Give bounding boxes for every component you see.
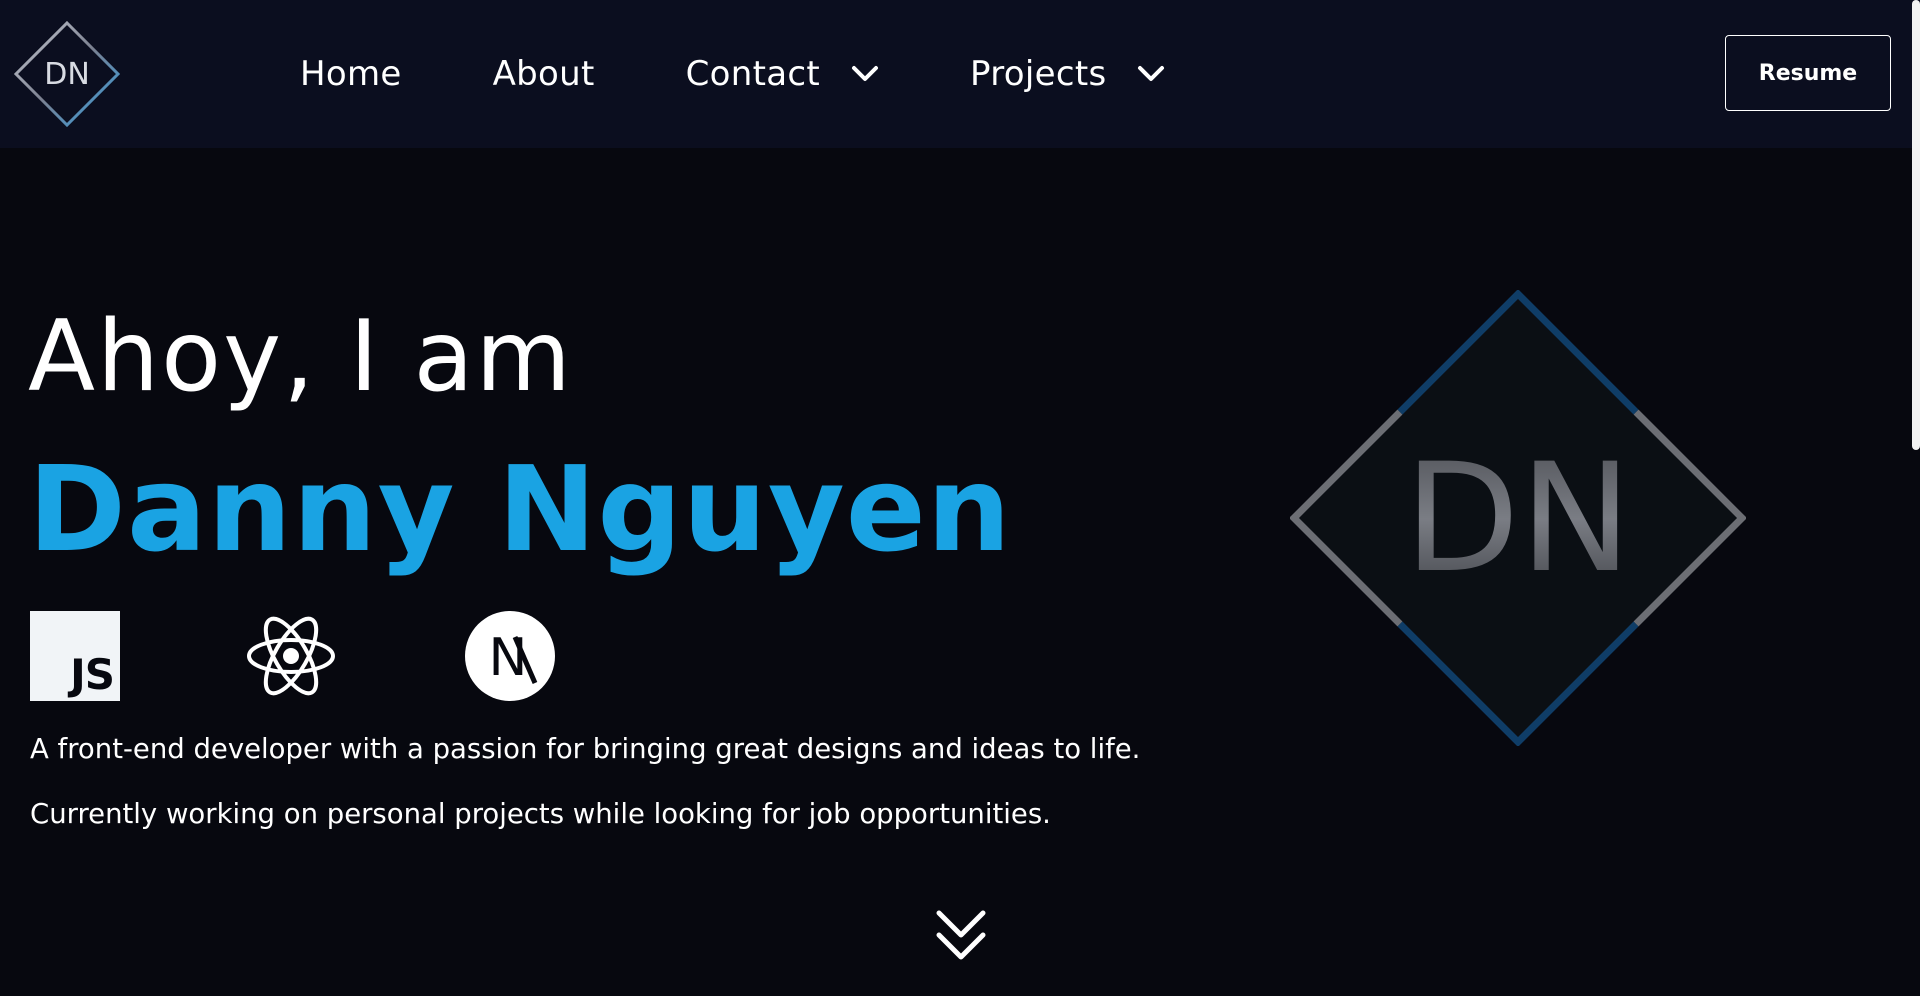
nav-home[interactable]: Home [300,54,402,94]
double-chevron-down-icon[interactable] [935,907,987,963]
nav-home-label: Home [300,54,402,94]
react-icon [247,616,335,696]
nav-links: Home About Contact Projects [300,0,1257,148]
javascript-icon: JS [30,611,120,701]
nextjs-icon: N [465,611,555,701]
large-logo-text: DN [1404,432,1632,606]
hero-status: Currently working on personal projects w… [30,798,1051,830]
nav-projects-dropdown[interactable]: Projects [970,54,1166,94]
chevron-down-icon [1138,66,1165,81]
nav-contact-dropdown[interactable]: Contact [686,54,880,94]
scrollbar-thumb[interactable] [1912,0,1920,450]
nav-about[interactable]: About [493,54,595,94]
hero-tagline: A front-end developer with a passion for… [30,733,1141,765]
navbar: DN Home About Contact Projects Resume [0,0,1920,148]
nav-about-label: About [492,54,595,94]
dn-logo-icon[interactable]: DN [14,21,120,127]
resume-button[interactable]: Resume [1725,35,1891,111]
javascript-icon-text: JS [70,650,115,699]
tech-stack-icons: JS N [30,611,590,701]
nav-contact-label: Contact [685,54,821,94]
hero-greeting: Ahoy, I am [28,300,573,414]
nav-projects-label: Projects [970,54,1107,94]
logo-text: DN [44,57,90,92]
dn-large-logo-icon: DN [1290,290,1746,746]
hero-name: Danny Nguyen [28,440,1012,578]
chevron-down-icon [852,66,879,81]
